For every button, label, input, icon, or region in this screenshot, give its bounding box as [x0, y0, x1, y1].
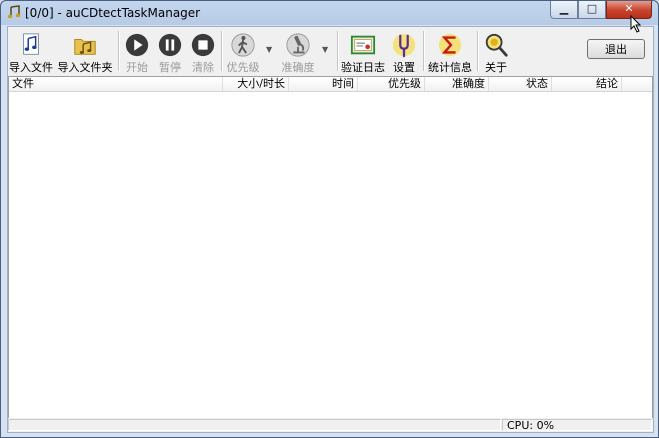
- column-header-size-duration[interactable]: 大小/时长: [223, 77, 289, 91]
- toolbar-separator: [337, 31, 339, 71]
- window-title: [0/0] - auCDtectTaskManager: [25, 6, 201, 20]
- close-icon: ✕: [624, 2, 634, 15]
- log-certificate-icon: [350, 35, 376, 55]
- column-header-time[interactable]: 时间: [289, 77, 358, 91]
- priority-label: 优先级: [226, 61, 260, 74]
- mouse-cursor-icon: [630, 15, 642, 33]
- verify-log-button[interactable]: 验证日志: [340, 27, 386, 75]
- sigma-icon: [438, 33, 462, 57]
- pause-icon: [158, 33, 182, 57]
- client-area: 导入文件 导入文件夹 开始 暂停 清除 优先级 ▼ 准确度 ▼ 验证日志 设置 …: [7, 26, 654, 433]
- cpu-usage: CPU: 0%: [502, 419, 652, 431]
- column-header-priority[interactable]: 优先级: [358, 77, 425, 91]
- magnifier-icon: [485, 33, 508, 57]
- minimize-icon: ▁: [559, 2, 569, 15]
- toolbar-separator: [477, 31, 479, 71]
- pause-label: 暂停: [159, 61, 181, 74]
- import-folder-button[interactable]: 导入文件夹: [57, 27, 113, 75]
- about-button[interactable]: 关于: [482, 27, 510, 75]
- clear-button[interactable]: 清除: [188, 27, 218, 75]
- settings-label: 设置: [393, 61, 415, 74]
- import-folder-label: 导入文件夹: [57, 61, 113, 74]
- import-file-label: 导入文件: [9, 61, 53, 74]
- play-icon: [125, 33, 149, 57]
- toolbar-separator: [221, 31, 223, 71]
- status-panel-main: [8, 419, 501, 431]
- minimize-button[interactable]: ▁: [550, 1, 578, 19]
- app-window: [0/0] - auCDtectTaskManager ▁ □ ✕ 导入文件 导…: [0, 0, 659, 438]
- toolbar-separator: [423, 31, 425, 71]
- accuracy-button[interactable]: 准确度: [280, 27, 316, 75]
- status-bar: CPU: 0%: [8, 418, 653, 432]
- music-folder-icon: [74, 38, 96, 55]
- import-file-button[interactable]: 导入文件: [9, 27, 53, 75]
- priority-button[interactable]: 优先级: [224, 27, 262, 75]
- statistics-label: 统计信息: [428, 61, 472, 74]
- toolbar: 导入文件 导入文件夹 开始 暂停 清除 优先级 ▼ 准确度 ▼ 验证日志 设置 …: [8, 27, 653, 75]
- title-bar[interactable]: [0/0] - auCDtectTaskManager ▁ □ ✕: [1, 1, 658, 25]
- pause-button[interactable]: 暂停: [155, 27, 185, 75]
- list-header: 文件 大小/时长 时间 优先级 准确度 状态 结论: [9, 77, 652, 92]
- clear-label: 清除: [192, 61, 214, 74]
- close-button[interactable]: ✕: [606, 1, 652, 19]
- stop-icon: [191, 33, 215, 57]
- maximize-button[interactable]: □: [578, 1, 606, 19]
- column-header-accuracy[interactable]: 准确度: [425, 77, 489, 91]
- priority-dropdown-icon[interactable]: ▼: [266, 45, 272, 54]
- microscope-icon: [286, 33, 310, 57]
- about-label: 关于: [485, 61, 507, 74]
- start-label: 开始: [126, 61, 148, 74]
- music-file-icon: [23, 33, 39, 55]
- task-list[interactable]: 文件 大小/时长 时间 优先级 准确度 状态 结论: [8, 76, 653, 419]
- walking-person-icon: [231, 33, 255, 57]
- settings-button[interactable]: 设置: [390, 27, 418, 75]
- tuning-fork-icon: [392, 33, 416, 58]
- music-note-icon: [7, 5, 21, 19]
- column-header-status[interactable]: 状态: [489, 77, 552, 91]
- column-header-file[interactable]: 文件: [9, 77, 223, 91]
- verify-log-label: 验证日志: [341, 61, 385, 74]
- statistics-button[interactable]: 统计信息: [427, 27, 473, 75]
- accuracy-dropdown-icon[interactable]: ▼: [322, 45, 328, 54]
- toolbar-separator: [118, 31, 120, 71]
- exit-button[interactable]: 退出: [587, 39, 645, 59]
- column-header-conclusion[interactable]: 结论: [552, 77, 622, 91]
- accuracy-label: 准确度: [281, 61, 315, 74]
- start-button[interactable]: 开始: [122, 27, 152, 75]
- maximize-icon: □: [586, 2, 598, 15]
